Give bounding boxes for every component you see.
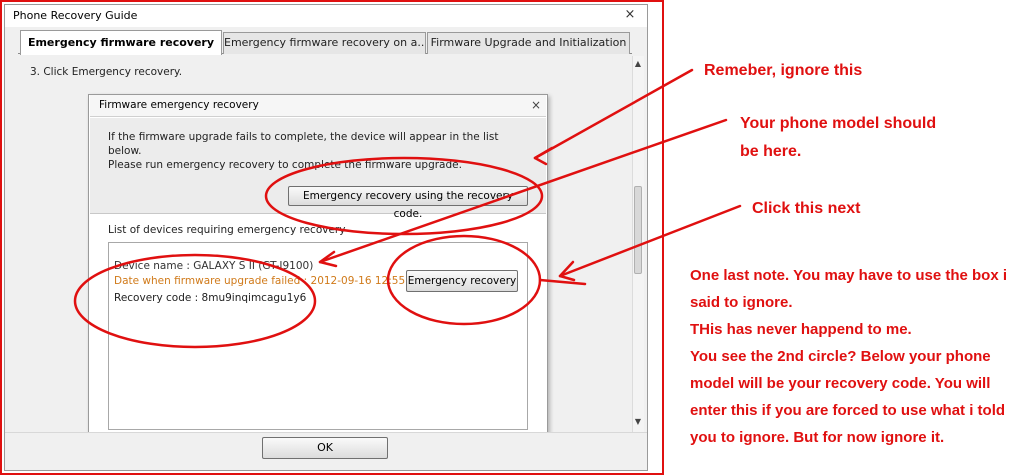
device-list-label: List of devices requiring emergency reco… <box>108 224 346 236</box>
scroll-up-icon[interactable]: ▲ <box>632 58 644 70</box>
info-line-1: If the firmware upgrade fails to complet… <box>108 131 499 157</box>
annotation-click-next: Click this next <box>752 200 861 217</box>
close-icon[interactable]: × <box>622 7 638 23</box>
device-fail-date: Date when firmware upgrade failed : 2012… <box>114 275 406 287</box>
annotation-phone-model-line-1: Your phone model should <box>740 115 937 132</box>
annotation-last-note: One last note. You may have to use the b… <box>690 262 1020 451</box>
last-note-line-7: you to ignore. But for now ignore it. <box>690 429 945 446</box>
window-title: Phone Recovery Guide <box>13 9 138 22</box>
emergency-recovery-button[interactable]: Emergency recovery <box>406 270 518 292</box>
tab-emergency-firmware-recovery-other[interactable]: Emergency firmware recovery on a... <box>223 32 426 54</box>
tab-emergency-firmware-recovery[interactable]: Emergency firmware recovery <box>20 30 222 55</box>
last-note-line-5: model will be your recovery code. You wi… <box>690 375 991 392</box>
dialog-title: Firmware emergency recovery <box>99 99 259 111</box>
annotation-ignore-this: Remeber, ignore this <box>704 62 863 79</box>
last-note-line-4: You see the 2nd circle? Below your phone <box>690 348 991 365</box>
last-note-line-3: THis has never happend to me. <box>690 321 912 338</box>
scrollbar-thumb[interactable] <box>634 186 642 274</box>
annotation-phone-model-line-2: be here. <box>740 143 802 160</box>
device-recovery-code: Recovery code : 8mu9inqimcagu1y6 <box>114 292 307 304</box>
last-note-line-6: enter this if you are forced to use what… <box>690 402 1006 419</box>
info-line-2: Please run emergency recovery to complet… <box>108 159 462 171</box>
step-instruction: 3. Click Emergency recovery. <box>30 66 183 78</box>
dialog-close-icon[interactable]: × <box>528 97 544 113</box>
last-note-line-1: One last note. You may have to use the b… <box>690 267 1008 284</box>
ok-button[interactable]: OK <box>262 437 388 459</box>
tab-firmware-upgrade[interactable]: Firmware Upgrade and Initialization <box>427 32 630 54</box>
recovery-code-button[interactable]: Emergency recovery using the recovery co… <box>288 186 528 220</box>
dialog-info-text: If the firmware upgrade fails to complet… <box>108 130 528 172</box>
last-note-line-2: said to ignore. <box>690 294 793 311</box>
annotation-phone-model: Your phone model should be here. <box>740 110 940 166</box>
device-name: Device name : GALAXY S II (GT-I9100) <box>114 260 314 272</box>
scroll-down-icon[interactable]: ▼ <box>632 416 644 428</box>
